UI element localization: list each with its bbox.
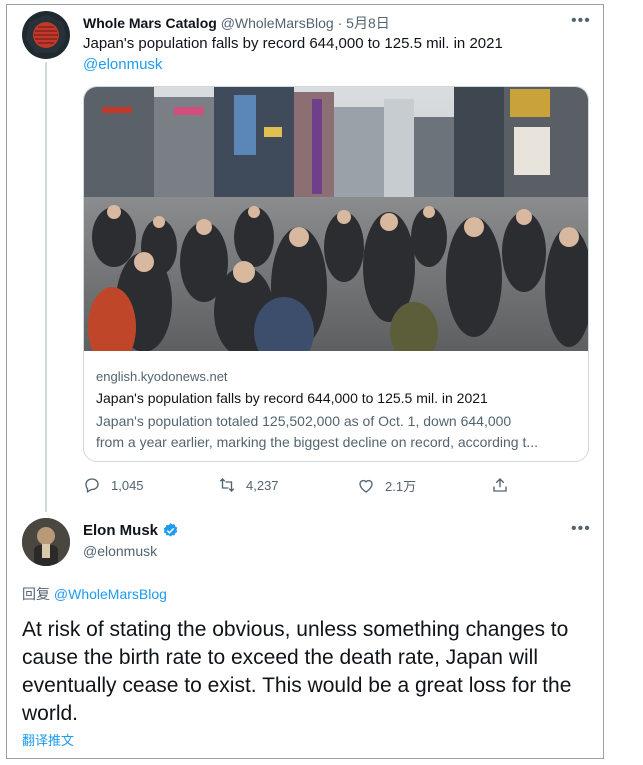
retweet-button[interactable]: 4,237 <box>218 476 279 494</box>
link-preview-card[interactable]: english.kyodonews.net Japan's population… <box>83 86 589 462</box>
reply-prefix: 回复 <box>22 586 50 602</box>
thread-connector <box>45 62 47 512</box>
like-count: 2.1万 <box>385 479 417 494</box>
tweet2-display-name[interactable]: Elon Musk <box>83 522 158 539</box>
card-description-line2: from a year earlier, marking the biggest… <box>96 434 538 450</box>
reply-to-link[interactable]: @WholeMarsBlog <box>54 586 167 602</box>
tweet2-text: At risk of stating the obvious, unless s… <box>22 618 572 725</box>
translate-tweet-link[interactable]: 翻译推文 <box>22 730 74 749</box>
crowd-photo <box>84 87 588 351</box>
share-button[interactable] <box>491 476 509 494</box>
elon-musk-avatar[interactable] <box>22 518 70 566</box>
retweet-icon <box>219 478 235 492</box>
reply-count: 1,045 <box>111 477 144 493</box>
card-description-line1: Japan's population totaled 125,502,000 a… <box>96 413 512 429</box>
tweet1-more-icon[interactable]: ••• <box>571 12 591 30</box>
tweet1-mention-link[interactable]: @elonmusk <box>83 56 162 73</box>
reply-icon <box>85 478 99 493</box>
retweet-count: 4,237 <box>246 477 279 493</box>
tweet2-handle[interactable]: @elonmusk <box>83 543 157 559</box>
tweet2-more-icon[interactable]: ••• <box>571 520 591 538</box>
verified-badge-icon <box>163 523 178 537</box>
tweet1-separator: · <box>337 15 343 31</box>
share-icon <box>493 478 507 492</box>
tweet1-date[interactable]: 5月8日 <box>346 15 390 31</box>
card-title: Japan's population falls by record 644,0… <box>96 390 488 406</box>
tweet1-display-name[interactable]: Whole Mars Catalog <box>83 15 217 31</box>
tweet1-action-bar: 1,045 4,237 2.1万 <box>83 476 543 498</box>
whole-mars-avatar[interactable] <box>22 11 70 59</box>
like-button[interactable]: 2.1万 <box>357 476 416 495</box>
card-description: Japan's population totaled 125,502,000 a… <box>96 411 576 453</box>
tweet2-name-row: Elon Musk <box>83 522 179 539</box>
tweet1-header: Whole Mars Catalog @WholeMarsBlog · 5月8日 <box>83 13 390 33</box>
replying-to: 回复 @WholeMarsBlog <box>22 584 167 604</box>
card-domain: english.kyodonews.net <box>96 369 228 384</box>
like-icon <box>359 479 373 493</box>
reply-button[interactable]: 1,045 <box>83 476 144 494</box>
tweet1-handle[interactable]: @WholeMarsBlog <box>221 15 334 31</box>
tweet1-text: Japan's population falls by record 644,0… <box>83 35 503 52</box>
